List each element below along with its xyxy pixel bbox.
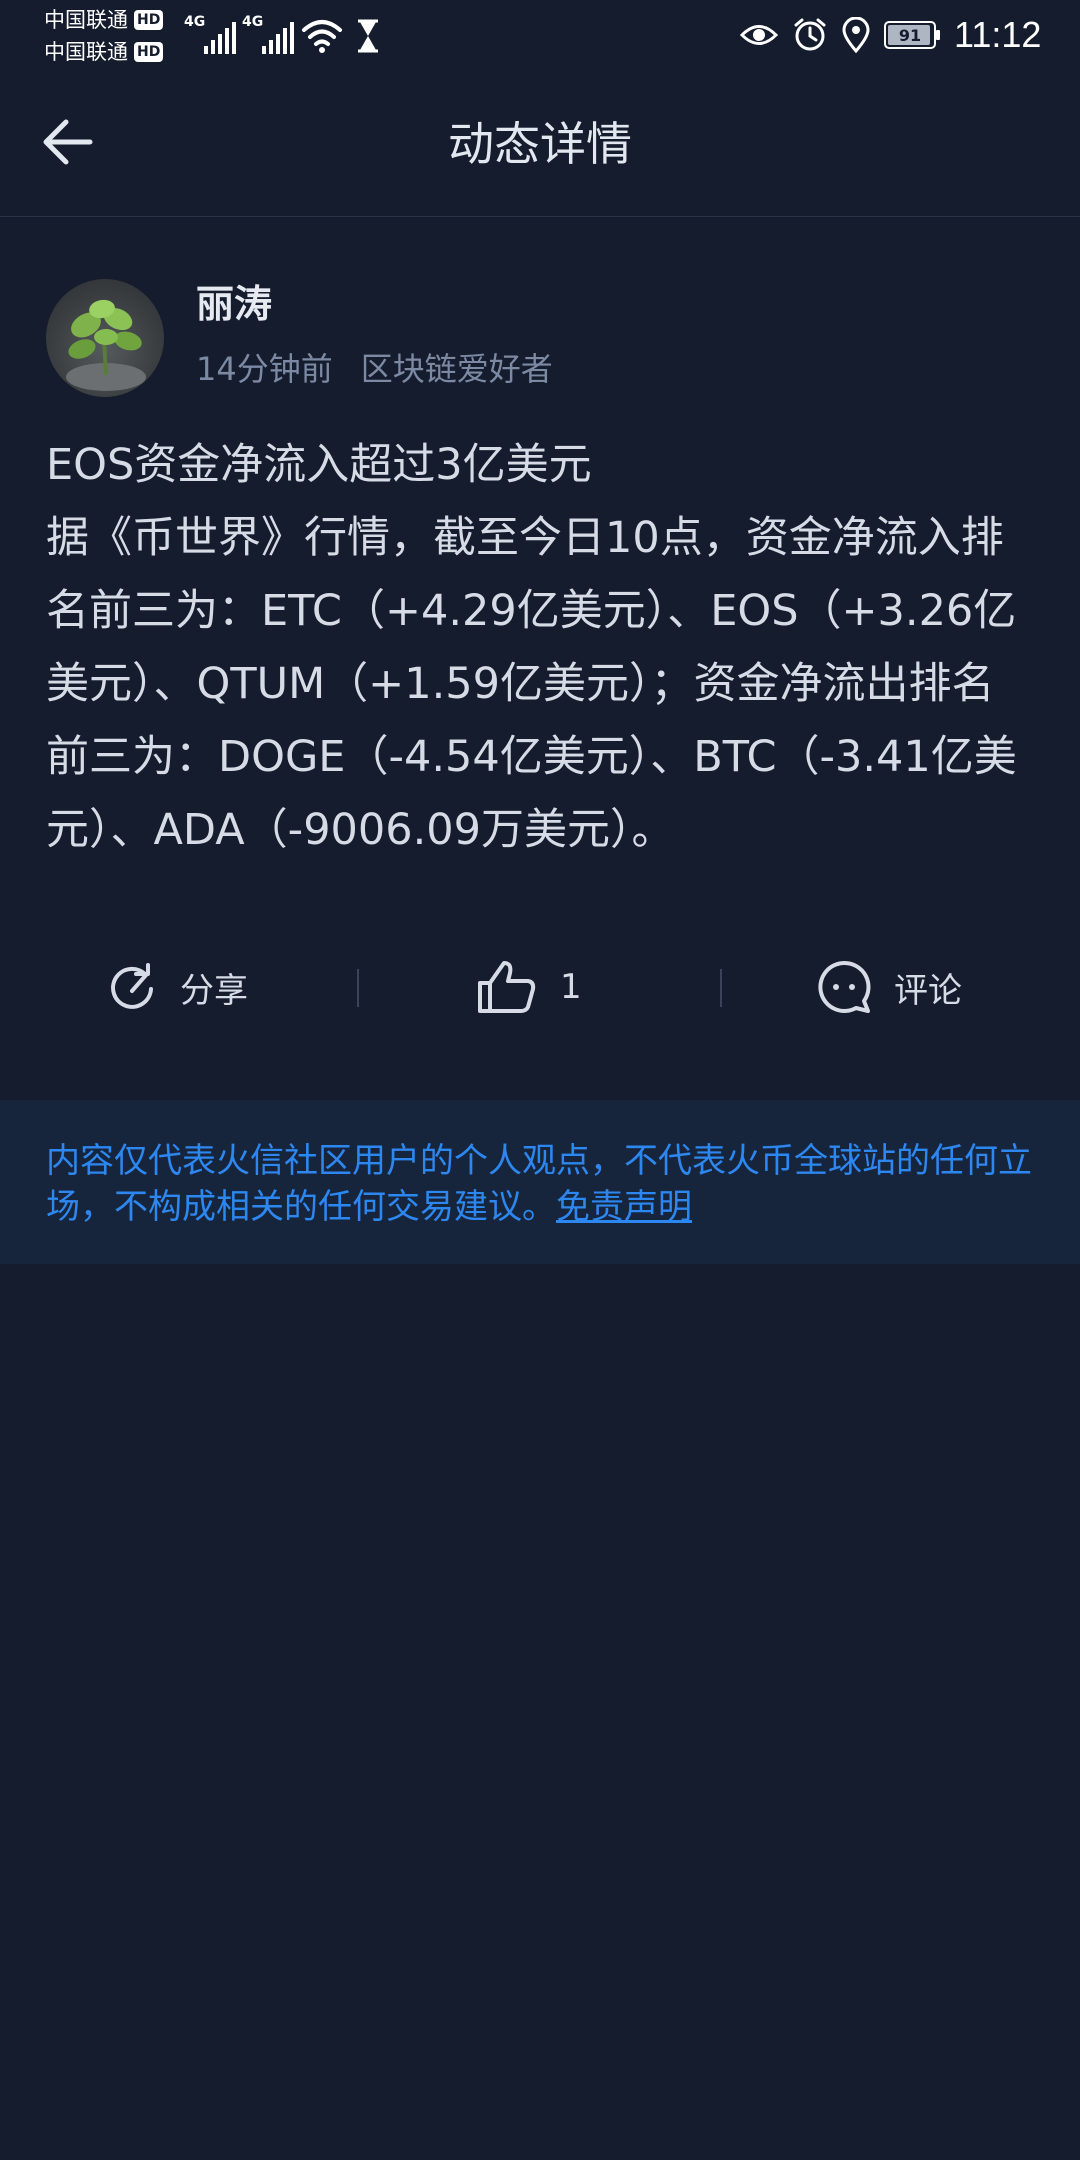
action-divider-1 [357, 969, 359, 1007]
author-tag: 区块链爱好者 [360, 350, 553, 388]
status-bar: 中国联通 HD 中国联通 HD 4G 4G 91 11:12 [0, 0, 1080, 70]
author-name[interactable]: 丽涛 [196, 279, 272, 329]
action-bar: 分享 1 评论 [0, 945, 1080, 1029]
share-label: 分享 [180, 970, 248, 1011]
battery-icon: 91 [884, 21, 940, 49]
post-meta: 14分钟前 区块链爱好者 [196, 347, 553, 391]
alarm-icon [794, 18, 826, 51]
post-content: EOS资金净流入超过3亿美元 据《币世界》行情，截至今日10点，资金净流入排名前… [46, 429, 1036, 867]
hd-badge-2: HD [134, 42, 164, 62]
signal-group: 4G 4G [184, 14, 382, 54]
battery-level: 91 [898, 25, 922, 45]
eye-icon [740, 25, 778, 45]
comment-label: 评论 [894, 970, 962, 1011]
carrier-line-1: 中国联通 HD [44, 4, 164, 36]
carrier-line-2: 中国联通 HD [44, 36, 164, 68]
page-title: 动态详情 [448, 117, 632, 171]
action-divider-2 [720, 969, 722, 1007]
share-icon [111, 963, 153, 1009]
disclaimer-link[interactable]: 免责声明 [556, 1187, 692, 1227]
post-body: 据《币世界》行情，截至今日10点，资金净流入排名前三为：ETC（+4.29亿美元… [46, 513, 1017, 855]
clock: 11:12 [954, 14, 1042, 55]
signal-2-icon: 4G [242, 14, 294, 54]
like-count: 1 [560, 967, 582, 1007]
hourglass-icon [358, 19, 378, 53]
plant-avatar-icon [66, 299, 146, 391]
avatar[interactable] [46, 279, 164, 397]
network-type-2: 4G [242, 14, 264, 30]
hd-badge-1: HD [134, 10, 164, 30]
signal-1-icon: 4G [184, 14, 236, 54]
comment-button[interactable]: 评论 [816, 945, 962, 1029]
thumbs-up-icon [478, 961, 536, 1013]
carrier-block: 中国联通 HD 中国联通 HD [44, 4, 164, 68]
wifi-icon [302, 20, 342, 53]
carrier-name-1: 中国联通 [44, 8, 128, 32]
status-icons: 91 11:12 [740, 14, 1041, 56]
like-button[interactable]: 1 [476, 945, 582, 1029]
post-time: 14分钟前 [196, 350, 333, 388]
disclaimer-text: 内容仅代表火信社区用户的个人观点，不代表火币全球站的任何立场，不构成相关的任何交… [46, 1141, 1032, 1227]
location-icon [842, 17, 870, 53]
disclaimer: 内容仅代表火信社区用户的个人观点，不代表火币全球站的任何立场，不构成相关的任何交… [0, 1100, 1080, 1264]
network-type-1: 4G [184, 14, 206, 30]
page: 中国联通 HD 中国联通 HD 4G 4G 91 11:12 动态详情 丽涛 1… [0, 0, 1080, 2160]
comment-icon [818, 960, 871, 1013]
post-title: EOS资金净流入超过3亿美元 [46, 440, 592, 490]
share-button[interactable]: 分享 [106, 945, 248, 1029]
nav-bar: 动态详情 [0, 70, 1080, 217]
carrier-name-2: 中国联通 [44, 40, 128, 64]
